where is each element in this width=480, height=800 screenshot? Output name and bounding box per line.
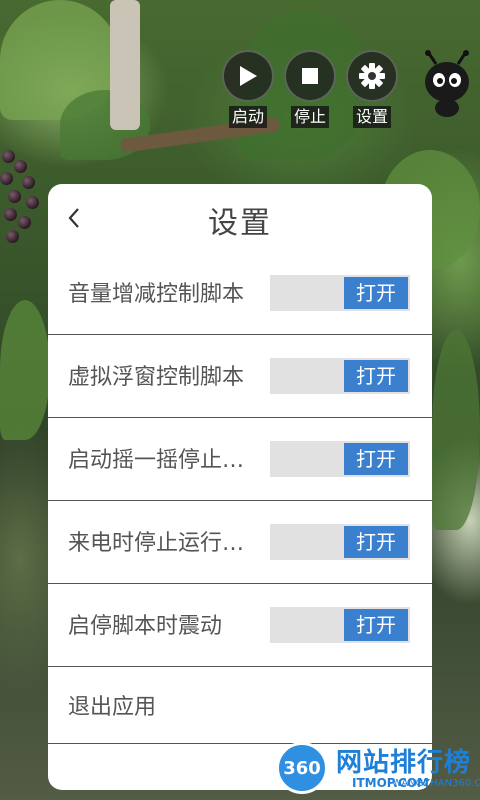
grape-decoration xyxy=(18,216,31,229)
toggle-on-label: 打开 xyxy=(344,526,408,558)
start-button[interactable]: 启动 xyxy=(222,50,274,128)
play-icon xyxy=(222,50,274,102)
grape-decoration xyxy=(0,172,13,185)
setting-row-volume-control: 音量增减控制脚本 打开 xyxy=(48,252,432,335)
settings-label: 设置 xyxy=(352,106,391,128)
volume-control-toggle[interactable]: 打开 xyxy=(270,275,410,311)
start-label: 启动 xyxy=(228,106,267,128)
watermark-text: 网站排行榜 xyxy=(336,748,472,778)
panel-header: 设置 xyxy=(48,184,432,252)
setting-label: 虚拟浮窗控制脚本 xyxy=(68,365,245,390)
grape-decoration xyxy=(14,160,27,173)
setting-label: 来电时停止运行… xyxy=(68,531,245,556)
site-watermark: 360 网站排行榜 ITMOP.COM WANGZHAN360.CN xyxy=(272,740,480,800)
toggle-on-label: 打开 xyxy=(344,443,408,475)
exit-app-label: 退出应用 xyxy=(68,695,157,720)
grape-decoration xyxy=(22,176,35,189)
gear-icon xyxy=(346,50,398,102)
toggle-on-label: 打开 xyxy=(344,360,408,392)
float-window-toggle[interactable]: 打开 xyxy=(270,358,410,394)
vibrate-toggle[interactable]: 打开 xyxy=(270,607,410,643)
grape-decoration xyxy=(6,230,19,243)
toggle-on-label: 打开 xyxy=(344,277,408,309)
settings-button[interactable]: 设置 xyxy=(346,50,398,128)
exit-app-button[interactable]: 退出应用 xyxy=(48,667,432,744)
setting-row-shake-stop: 启动摇一摇停止… 打开 xyxy=(48,418,432,501)
setting-label: 启停脚本时震动 xyxy=(68,614,223,639)
leaf-decoration xyxy=(432,330,480,530)
setting-label: 启动摇一摇停止… xyxy=(68,448,245,473)
post-decoration xyxy=(110,0,140,130)
stop-icon xyxy=(284,50,336,102)
page-title: 设置 xyxy=(208,206,272,241)
ant-mascot-icon[interactable] xyxy=(420,50,474,118)
watermark-sub2: WANGZHAN360.CN xyxy=(392,778,480,789)
stop-button[interactable]: 停止 xyxy=(284,50,336,128)
shake-stop-toggle[interactable]: 打开 xyxy=(270,441,410,477)
leaf-decoration xyxy=(0,300,50,440)
setting-label: 音量增减控制脚本 xyxy=(68,282,245,307)
grape-decoration xyxy=(4,208,17,221)
settings-panel: 设置 音量增减控制脚本 打开 虚拟浮窗控制脚本 打开 启动摇一摇停止… 打开 来… xyxy=(48,184,432,790)
setting-row-call-stop: 来电时停止运行… 打开 xyxy=(48,501,432,584)
watermark-badge: 360 xyxy=(276,742,328,794)
setting-row-vibrate: 启停脚本时震动 打开 xyxy=(48,584,432,667)
grape-decoration xyxy=(2,150,15,163)
toggle-on-label: 打开 xyxy=(344,609,408,641)
call-stop-toggle[interactable]: 打开 xyxy=(270,524,410,560)
grape-decoration xyxy=(8,190,21,203)
setting-row-float-window: 虚拟浮窗控制脚本 打开 xyxy=(48,335,432,418)
stop-label: 停止 xyxy=(290,106,329,128)
grape-decoration xyxy=(26,196,39,209)
